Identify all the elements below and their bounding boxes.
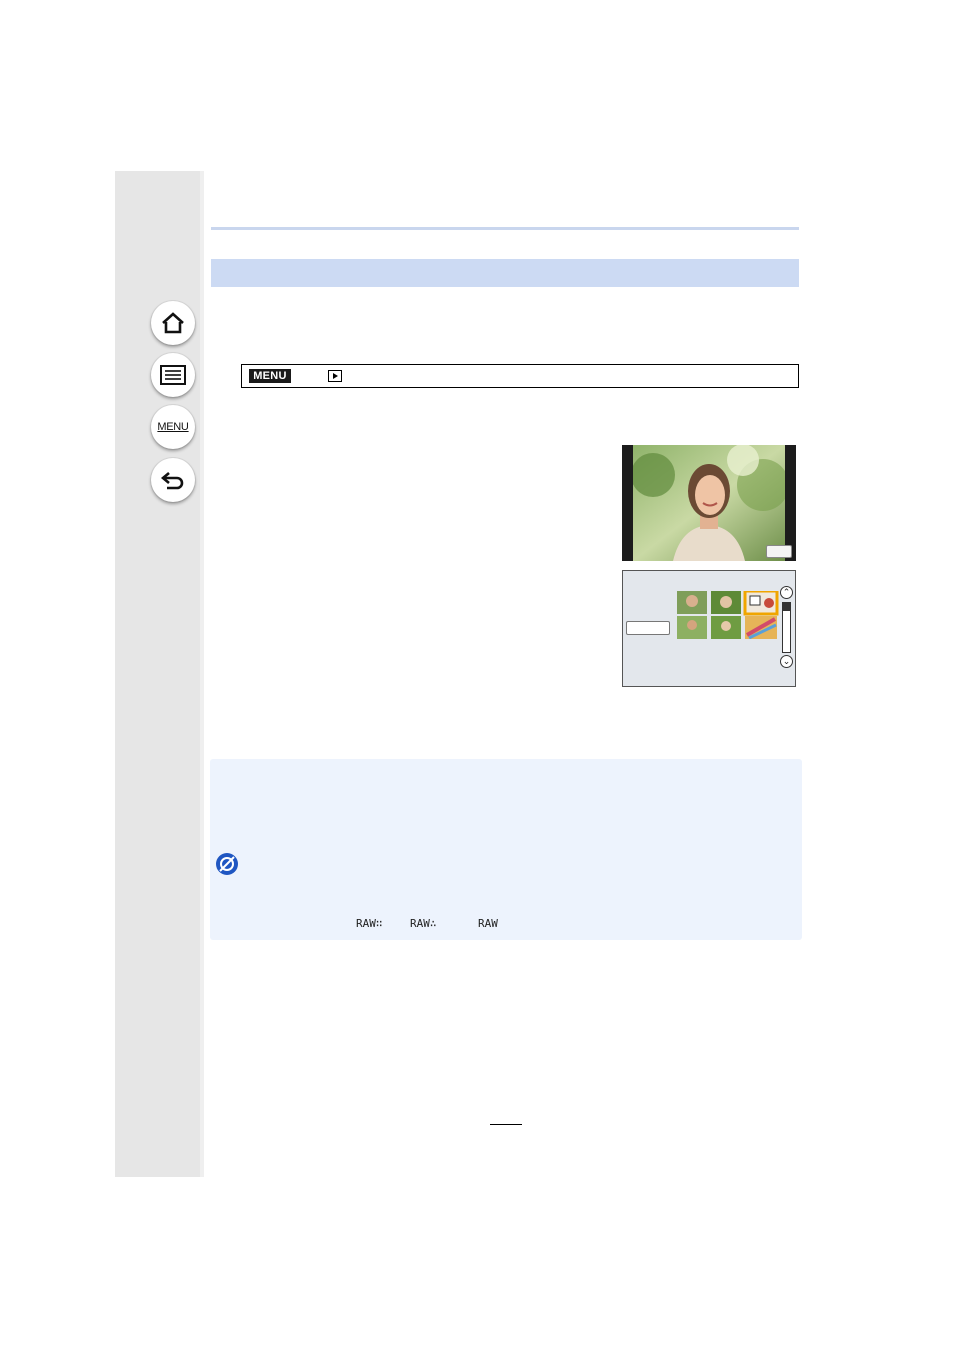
raw-format-fine: RAW∷ — [356, 917, 383, 930]
thumbnail-selection-illustration: ⌃ ⌄ — [622, 570, 796, 687]
scroll-down-icon: ⌄ — [780, 655, 793, 668]
menu-button[interactable]: MENU — [151, 405, 195, 449]
menu-badge: MENU — [249, 369, 291, 383]
not-available-icon — [216, 853, 238, 875]
photo-status-badge — [766, 545, 792, 558]
playback-icon — [328, 370, 342, 382]
thumbnail-grid — [677, 591, 779, 639]
raw-format-standard: RAW∴ — [410, 917, 437, 930]
playback-screen-illustration — [622, 445, 796, 561]
menu-button-label: MENU — [157, 421, 189, 433]
list-icon — [160, 365, 186, 385]
sidebar-edge — [200, 171, 204, 1177]
header-rule — [211, 227, 799, 230]
section-heading-bar — [211, 259, 799, 287]
portrait-photo — [633, 445, 785, 561]
home-button[interactable] — [151, 301, 195, 345]
page-number — [490, 1111, 522, 1125]
contents-button[interactable] — [151, 353, 195, 397]
back-button[interactable] — [151, 458, 195, 502]
scrollbar-thumb — [783, 603, 790, 611]
scrollbar-track — [782, 602, 791, 653]
note-box: RAW∷ RAW∴ RAW — [210, 759, 802, 940]
menu-path-box: MENU — [241, 364, 799, 388]
back-arrow-icon — [160, 472, 184, 490]
set-button — [626, 621, 670, 635]
home-icon — [162, 312, 184, 334]
scroll-up-icon: ⌃ — [780, 586, 793, 599]
raw-format-raw: RAW — [478, 917, 498, 930]
